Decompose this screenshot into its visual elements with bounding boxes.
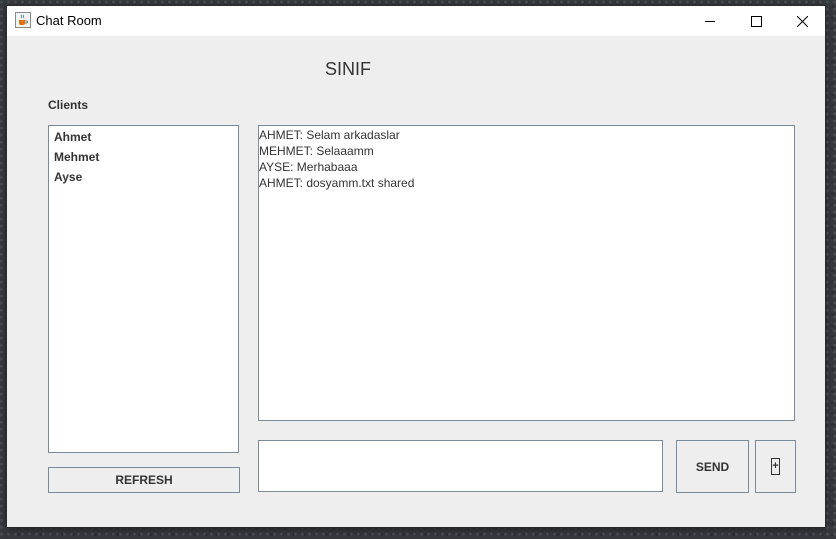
- chat-message: AYSE: Merhabaaa: [259, 160, 358, 174]
- room-title: SINIF: [325, 59, 372, 79]
- message-input[interactable]: [258, 440, 663, 492]
- client-list-item[interactable]: Ahmet: [49, 129, 238, 149]
- chat-message: AHMET: Selam arkadaslar: [259, 128, 400, 142]
- window-title: Chat Room: [36, 13, 102, 28]
- minimize-icon: [704, 20, 715, 22]
- client-list-item[interactable]: Ayse: [49, 169, 238, 189]
- attach-file-button[interactable]: +: [755, 440, 796, 493]
- send-button[interactable]: SEND: [676, 440, 749, 493]
- close-icon: [796, 15, 808, 27]
- clients-label: Clients: [48, 98, 89, 112]
- chat-messages-area[interactable]: AHMET: Selam arkadaslar MEHMET: Selaaamm…: [258, 125, 795, 421]
- java-cup-icon: [15, 12, 31, 28]
- refresh-button[interactable]: REFRESH: [48, 467, 240, 493]
- maximize-button[interactable]: [733, 6, 779, 36]
- client-list-item[interactable]: Mehmet: [49, 149, 238, 169]
- chat-room-window: Chat Room SINIF Clients Ahmet Mehmet Ays…: [7, 6, 825, 527]
- chat-message: AHMET: dosyamm.txt shared: [259, 176, 415, 190]
- plus-icon: +: [771, 458, 780, 475]
- minimize-button[interactable]: [687, 6, 733, 36]
- title-bar[interactable]: Chat Room: [7, 6, 825, 36]
- maximize-icon: [750, 15, 762, 27]
- close-button[interactable]: [779, 6, 825, 36]
- client-list[interactable]: Ahmet Mehmet Ayse: [48, 125, 239, 453]
- chat-message: MEHMET: Selaaamm: [259, 144, 374, 158]
